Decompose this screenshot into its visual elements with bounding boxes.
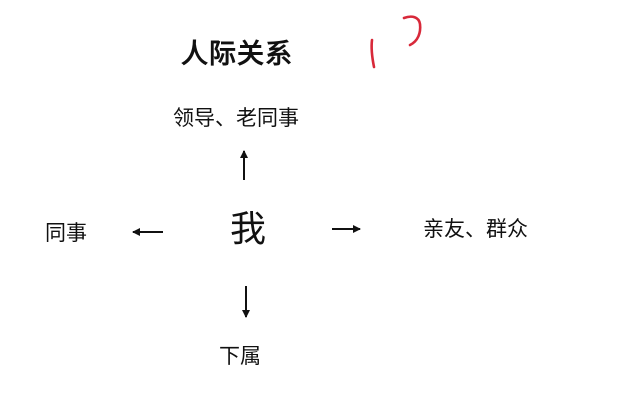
red-annotation-mark	[370, 15, 422, 69]
diagram-canvas	[132, 15, 422, 318]
